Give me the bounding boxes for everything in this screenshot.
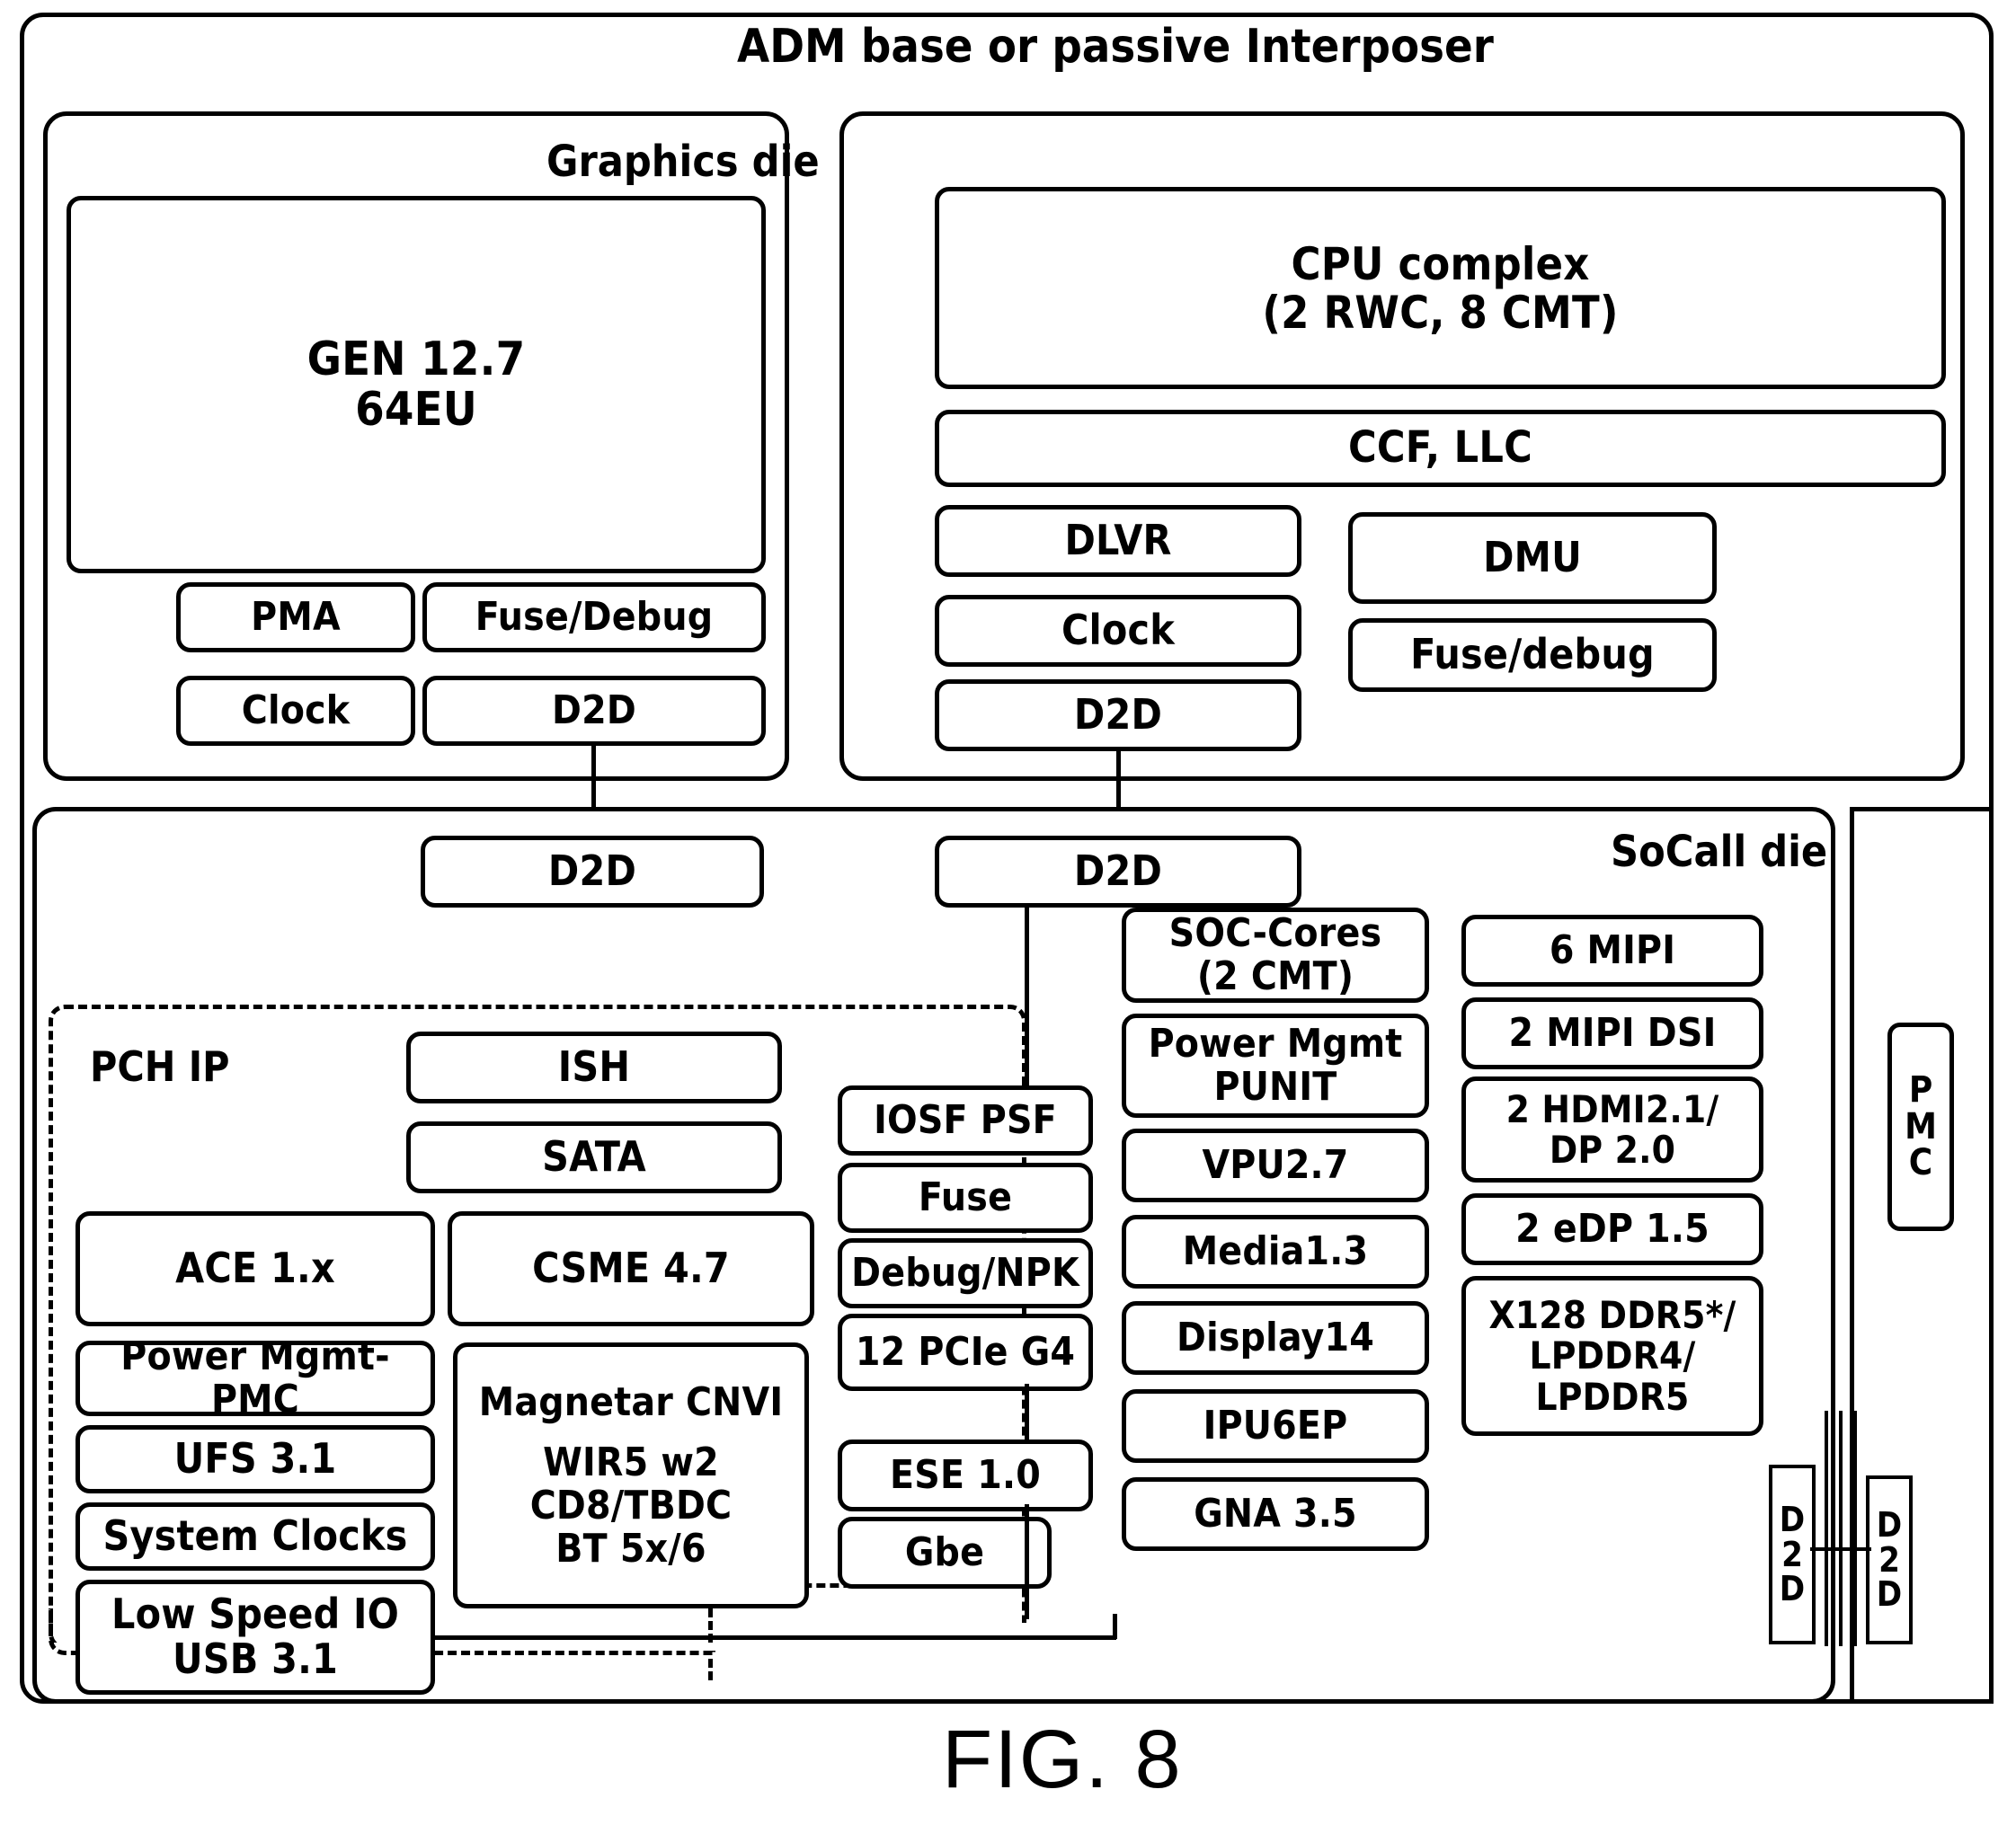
low-speed-io-connector-h: [431, 1635, 1116, 1640]
cpu-fuse-debug-block: Fuse/debug: [1348, 618, 1717, 692]
side-d2d-right-letter-2: 2: [1878, 1539, 1900, 1580]
ish-block: ISH: [406, 1032, 782, 1103]
dlvr-block: DLVR: [935, 505, 1301, 577]
ddr-line3: LPDDR5: [1535, 1374, 1690, 1419]
side-d2d-left-letter-3: D: [1779, 1569, 1806, 1609]
punit-line1: Power Mgmt: [1148, 1021, 1403, 1068]
soc-cores-line1: SOC-Cores: [1168, 910, 1382, 957]
magnetar-line4: BT 5x/6: [555, 1525, 706, 1572]
ese-block: ESE 1.0: [838, 1440, 1093, 1511]
side-d2d-left-block: D 2 D: [1769, 1465, 1816, 1644]
cpu-clock-block: Clock: [935, 595, 1301, 667]
low-speed-io-connector-v: [1113, 1614, 1117, 1639]
soc-cores-block: SOC-Cores (2 CMT): [1122, 908, 1429, 1003]
side-d2d-left-letter-1: D: [1779, 1499, 1806, 1539]
punit-line2: PUNIT: [1213, 1064, 1337, 1110]
interposer-title: ADM base or passive Interposer: [737, 20, 1494, 74]
fabric-bus-bottom: [1025, 1504, 1029, 1619]
pmc-letter-p: P: [1908, 1068, 1933, 1111]
graphics-die-title: Graphics die: [546, 137, 820, 187]
pmc-letter-c: C: [1908, 1142, 1933, 1184]
magnetar-line3: CD8/TBDC: [529, 1483, 733, 1528]
system-clocks-block: System Clocks: [75, 1502, 435, 1571]
socall-d2d-graphics-block: D2D: [421, 836, 764, 908]
gbe-block: Gbe: [838, 1517, 1052, 1589]
gen-block: GEN 12.7 64EU: [67, 196, 766, 573]
fuse-block: Fuse: [838, 1163, 1093, 1233]
ccf-llc-block: CCF, LLC: [935, 410, 1946, 487]
low-speed-io-block: Low Speed IO USB 3.1: [75, 1580, 435, 1695]
graphics-pma-block: PMA: [176, 582, 415, 652]
magnetar-line1: Magnetar CNVI: [478, 1378, 784, 1425]
socall-die-title: SoCall die: [1611, 827, 1828, 877]
pmc-letter-m: M: [1905, 1105, 1937, 1147]
edp-block: 2 eDP 1.5: [1461, 1193, 1763, 1265]
punit-block: Power Mgmt PUNIT: [1122, 1014, 1429, 1118]
media-block: Media1.3: [1122, 1215, 1429, 1289]
fabric-bus-top: [1025, 908, 1029, 1094]
cpu-complex-line1: CPU complex: [1291, 237, 1590, 290]
pcie-g4-block: 12 PCIe G4: [838, 1314, 1093, 1391]
gen-line2: 64EU: [355, 383, 477, 437]
pch-ip-title: PCH IP: [90, 1042, 230, 1091]
side-rail-c: [1853, 1411, 1857, 1646]
mipi-block: 6 MIPI: [1461, 915, 1763, 987]
gen-line1: GEN 12.7: [306, 332, 526, 386]
hdmi-dp-block: 2 HDMI2.1/ DP 2.0: [1461, 1076, 1763, 1183]
cpu-complex-block: CPU complex (2 RWC, 8 CMT): [935, 187, 1946, 389]
pmc-block: P M C: [1887, 1023, 1954, 1231]
low-speed-io-line1: Low Speed IO: [111, 1590, 399, 1639]
display-block: Display14: [1122, 1301, 1429, 1375]
cpu-complex-line2: (2 RWC, 8 CMT): [1262, 286, 1619, 339]
figure-canvas: ADM base or passive Interposer Graphics …: [0, 0, 2016, 1825]
ddr-block: X128 DDR5*/ LPDDR4/ LPDDR5: [1461, 1276, 1763, 1436]
hdmi-dp-line1: 2 HDMI2.1/: [1505, 1086, 1719, 1131]
side-rail-a: [1825, 1411, 1828, 1646]
mipi-dsi-block: 2 MIPI DSI: [1461, 997, 1763, 1069]
debug-npk-block: Debug/NPK: [838, 1238, 1093, 1308]
ipu-block: IPU6EP: [1122, 1389, 1429, 1463]
fabric-bus-mid: [1025, 1384, 1029, 1447]
side-rail-cross: [1810, 1547, 1871, 1551]
graphics-clock-block: Clock: [176, 676, 415, 746]
socall-d2d-cpu-block: D2D: [935, 836, 1301, 908]
iosf-psf-block: IOSF PSF: [838, 1085, 1093, 1156]
ddr-line2: LPDDR4/: [1529, 1333, 1696, 1378]
gna-block: GNA 3.5: [1122, 1477, 1429, 1551]
figure-caption: FIG. 8: [942, 1714, 1183, 1805]
magnetar-cnvi-block: Magnetar CNVI WIR5 w2 CD8/TBDC BT 5x/6: [453, 1342, 809, 1608]
dmu-block: DMU: [1348, 512, 1717, 604]
power-mgmt-pmc-block: Power Mgmt-PMC: [75, 1335, 435, 1421]
cpu-d2d-block: D2D: [935, 679, 1301, 751]
sata-block: SATA: [406, 1121, 782, 1193]
magnetar-line2: WIR5 w2: [543, 1440, 719, 1486]
side-d2d-right-block: D 2 D: [1866, 1475, 1913, 1644]
ace-block: ACE 1.x: [75, 1211, 435, 1326]
soc-cores-line2: (2 CMT): [1196, 953, 1354, 999]
side-d2d-right-letter-1: D: [1876, 1504, 1903, 1545]
side-d2d-right-letter-3: D: [1876, 1574, 1903, 1615]
side-rail-b: [1839, 1411, 1843, 1646]
low-speed-io-line2: USB 3.1: [172, 1635, 339, 1683]
graphics-fuse-debug-block: Fuse/Debug: [422, 582, 766, 652]
ufs-block: UFS 3.1: [75, 1425, 435, 1493]
hdmi-dp-line2: DP 2.0: [1549, 1128, 1676, 1172]
ddr-line1: X128 DDR5*/: [1488, 1292, 1736, 1337]
graphics-d2d-block: D2D: [422, 676, 766, 746]
vpu-block: VPU2.7: [1122, 1129, 1429, 1202]
side-d2d-left-letter-2: 2: [1781, 1534, 1803, 1574]
csme-block: CSME 4.7: [448, 1211, 814, 1326]
